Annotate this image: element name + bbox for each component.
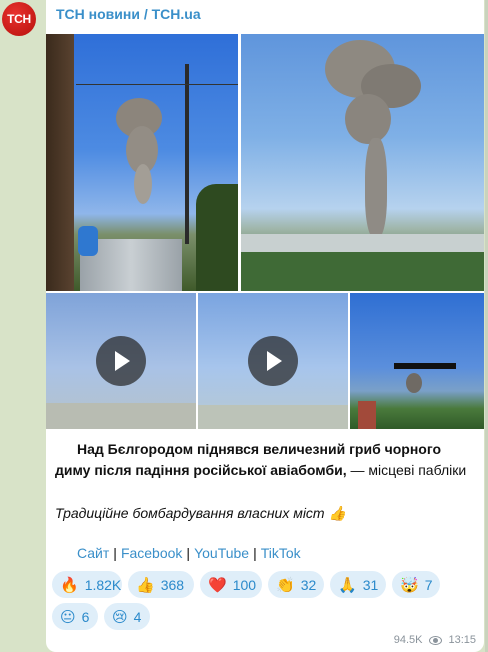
reaction-neutral-face[interactable]: 😐 6 — [52, 603, 98, 630]
link-youtube[interactable]: YouTube — [194, 545, 249, 561]
eye-icon — [429, 635, 443, 645]
post-text-line2: Традиційне бомбардування власних міст 👍 — [55, 505, 346, 521]
reaction-fire[interactable]: 🔥 1.82K — [52, 571, 122, 598]
video-2[interactable] — [198, 293, 348, 429]
play-icon[interactable] — [248, 336, 298, 386]
crying-face-icon: 😢 — [112, 608, 128, 626]
post-text: Над Бєлгородом піднявся величезний гриб … — [55, 439, 475, 524]
channel-name[interactable]: ТСН новини / TCH.ua — [56, 6, 201, 22]
link-separator: | — [253, 545, 257, 561]
reaction-count: 32 — [300, 576, 317, 593]
clap-icon: 👏 — [276, 576, 295, 594]
reaction-pray[interactable]: 🙏 31 — [330, 571, 386, 598]
media-album — [46, 33, 484, 429]
fire-icon: 🔥 — [60, 576, 79, 594]
channel-avatar[interactable]: TCH — [2, 2, 36, 36]
video-1[interactable] — [46, 293, 196, 429]
link-facebook[interactable]: Facebook — [121, 545, 182, 561]
reaction-count: 368 — [160, 576, 185, 593]
reaction-count: 4 — [133, 608, 142, 625]
heart-icon: ❤️ — [208, 576, 227, 594]
photo-smoke-from-yard[interactable] — [46, 34, 238, 291]
reaction-thumbs-up[interactable]: 👍 368 — [128, 571, 194, 598]
link-site[interactable]: Сайт — [77, 545, 109, 561]
post-text-line1: Над Бєлгородом піднявся величезний гриб … — [55, 439, 475, 481]
link-separator: | — [113, 545, 117, 561]
reaction-clap[interactable]: 👏 32 — [268, 571, 324, 598]
view-count: 94.5K — [393, 634, 423, 646]
link-separator: | — [186, 545, 191, 561]
reaction-count: 100 — [232, 576, 257, 593]
message-bubble: ТСН новини / TCH.ua Над Бєлгородом підня… — [46, 0, 484, 652]
neutral-face-icon: 😐 — [60, 608, 76, 626]
reaction-heart[interactable]: ❤️ 100 — [200, 571, 262, 598]
reaction-count: 7 — [424, 576, 433, 593]
message-time: 13:15 — [448, 634, 476, 646]
photo-smoke-over-city[interactable] — [241, 34, 484, 291]
message-footer: 94.5K 13:15 — [394, 634, 476, 646]
link-tiktok[interactable]: TikTok — [261, 545, 301, 561]
reaction-count: 6 — [81, 608, 90, 625]
pray-icon: 🙏 — [338, 576, 357, 594]
post-links: Сайт | Facebook | YouTube | TikTok — [77, 545, 301, 561]
reaction-count: 31 — [362, 576, 379, 593]
play-icon[interactable] — [96, 336, 146, 386]
reaction-crying-face[interactable]: 😢 4 — [104, 603, 150, 630]
video-3[interactable] — [350, 293, 484, 429]
exploding-head-icon: 🤯 — [400, 576, 419, 594]
reaction-count: 1.82K — [84, 576, 122, 593]
reaction-exploding-head[interactable]: 🤯 7 — [392, 571, 440, 598]
thumbs-up-icon: 👍 — [136, 576, 155, 594]
post-text-source: — місцеві пабліки — [346, 462, 467, 478]
